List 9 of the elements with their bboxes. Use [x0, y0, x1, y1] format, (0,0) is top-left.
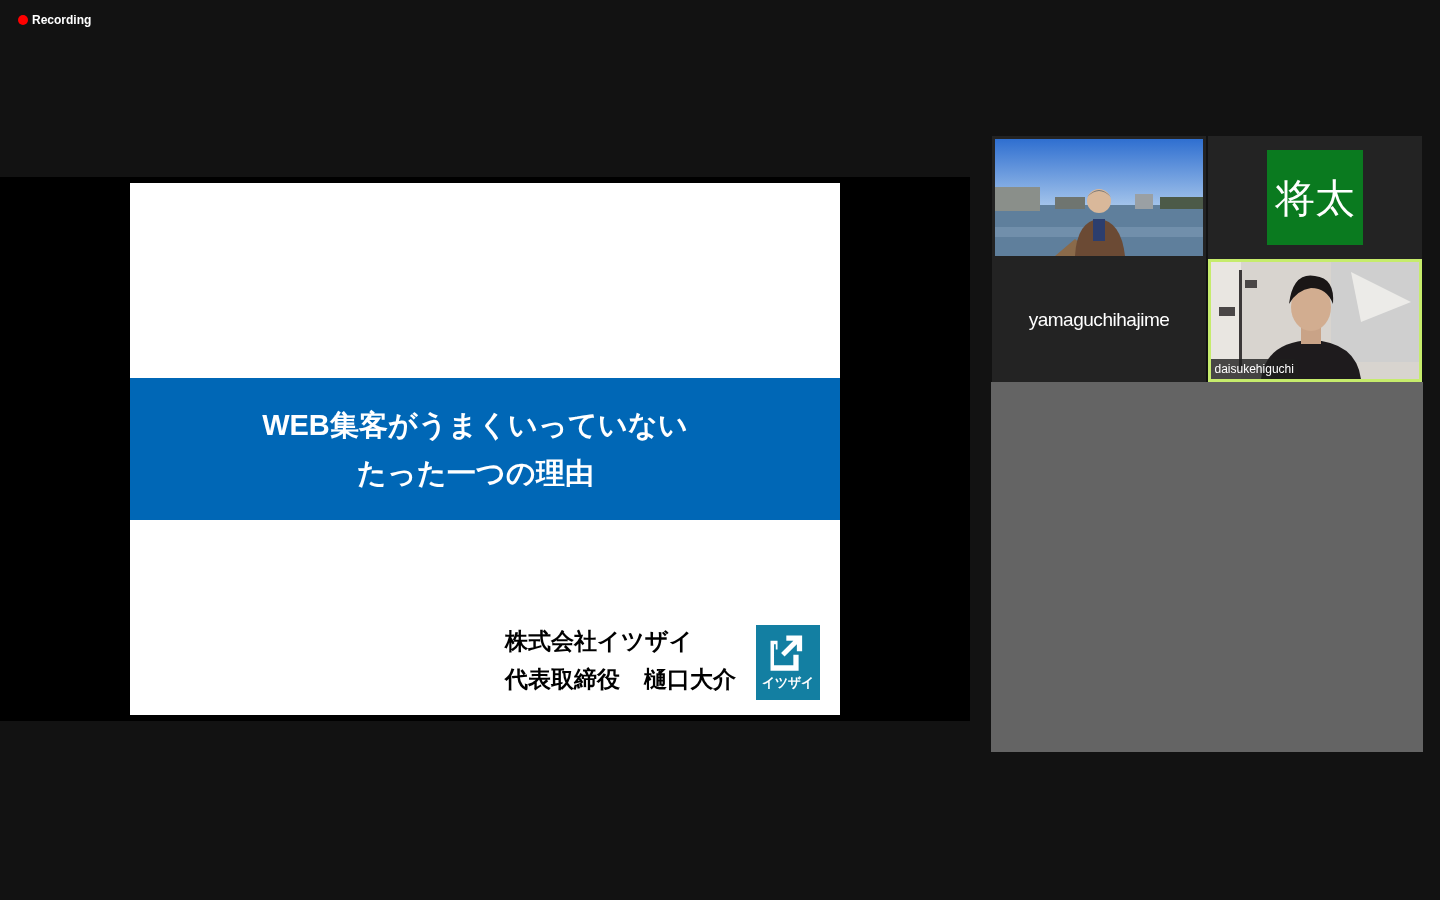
- slide-title: WEB集客がうまくいっていない: [262, 408, 688, 443]
- recording-label: Recording: [32, 12, 92, 29]
- company-name: 株式会社イツザイ: [505, 627, 694, 656]
- logo-text: イツザイ: [762, 676, 814, 689]
- presenter-name: 樋口大介: [644, 665, 736, 694]
- participant-name: yamaguchihajime: [1028, 308, 1170, 333]
- slide-title: たった一つの理由: [356, 456, 594, 491]
- presenter-role: 代表取締役: [505, 665, 620, 694]
- participant-initials: 将太: [1274, 177, 1355, 218]
